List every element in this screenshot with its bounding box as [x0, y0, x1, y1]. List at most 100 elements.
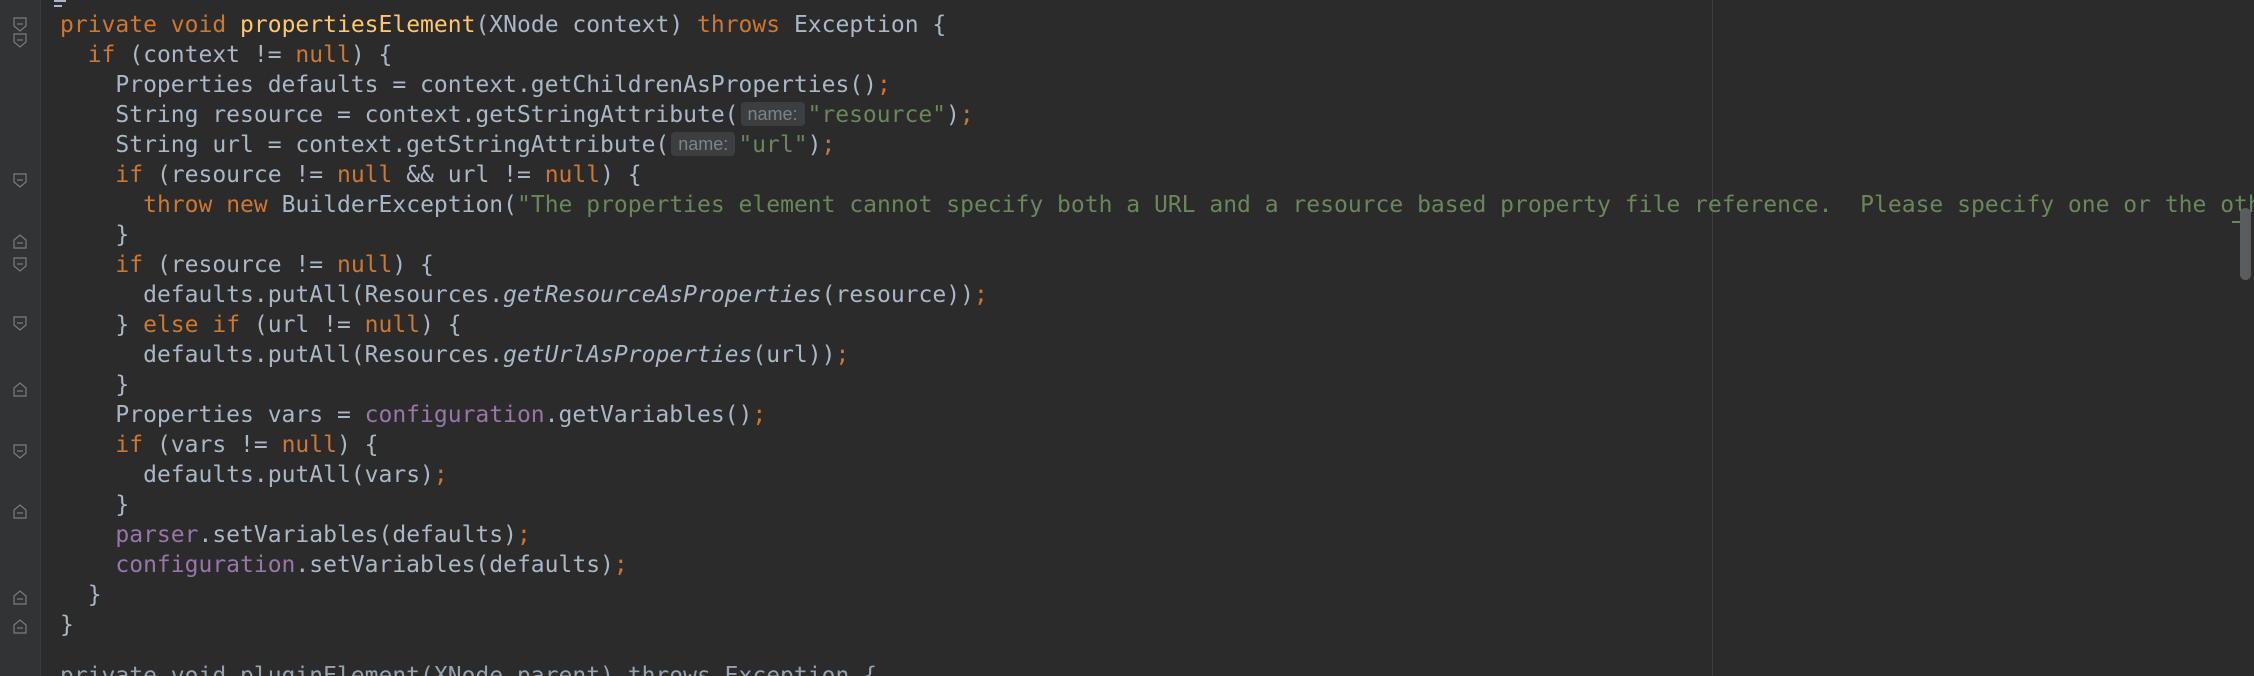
fold-close-icon[interactable]: [13, 381, 27, 397]
code-text: ) {: [392, 252, 434, 278]
code-line[interactable]: } else if (url != null) {: [60, 310, 2254, 340]
static-method: getResourceAsProperties: [503, 282, 822, 308]
code-text: (resource !=: [143, 252, 337, 278]
code-area[interactable]: private void propertiesElement(XNode con…: [60, 10, 2254, 640]
string-literal: "The properties element cannot specify b…: [517, 192, 2254, 218]
code-line[interactable]: Properties vars = configuration.getVaria…: [60, 400, 2254, 430]
code-text: BuilderException(: [267, 192, 517, 218]
keyword: if: [115, 252, 144, 278]
string-literal: "resource": [807, 102, 947, 128]
code-text: .setVariables(defaults): [295, 552, 614, 578]
code-text: }: [60, 612, 74, 638]
code-line[interactable]: }: [60, 220, 2254, 250]
parameter-hint: name:: [740, 102, 805, 126]
fold-close-icon[interactable]: [13, 589, 27, 605]
field-reference: parser: [115, 522, 199, 548]
editor-gutter: [0, 0, 40, 676]
code-line[interactable]: defaults.putAll(vars);: [60, 460, 2254, 490]
keyword: else: [143, 312, 199, 338]
code-text: ) {: [420, 312, 462, 338]
fold-open-icon[interactable]: [13, 33, 27, 49]
keyword: null: [336, 162, 393, 188]
code-text: ) {: [600, 162, 642, 188]
code-line[interactable]: if (resource != null) {: [60, 250, 2254, 280]
top-marker-2: [54, 5, 62, 7]
keyword: null: [544, 162, 601, 188]
semicolon: ;: [959, 102, 974, 128]
semicolon: ;: [433, 462, 448, 488]
vertical-scrollbar-thumb[interactable]: [2240, 208, 2251, 280]
keyword: null: [364, 312, 421, 338]
fold-open-icon[interactable]: [13, 444, 27, 460]
code-line[interactable]: if (context != null) {: [60, 40, 2254, 70]
method-name: propertiesElement: [240, 12, 476, 38]
code-line[interactable]: private void propertiesElement(XNode con…: [60, 10, 2254, 40]
code-text: ) {: [350, 42, 393, 68]
code-text: }: [115, 372, 130, 398]
code-text: String url = context.getStringAttribute(: [115, 132, 670, 158]
keyword: if: [212, 312, 241, 338]
code-text: defaults.putAll(Resources.: [143, 342, 504, 368]
fold-open-icon[interactable]: [13, 17, 27, 33]
code-line[interactable]: defaults.putAll(Resources.getUrlAsProper…: [60, 340, 2254, 370]
fold-open-icon[interactable]: [13, 173, 27, 189]
keyword: throws: [697, 12, 781, 38]
parameter-hint: name:: [671, 132, 736, 156]
code-text: && url !=: [392, 162, 545, 188]
top-marker: [54, 0, 66, 2]
fold-close-icon[interactable]: [13, 503, 27, 519]
fold-open-icon[interactable]: [13, 316, 27, 332]
code-text: }: [87, 582, 102, 608]
fold-close-icon[interactable]: [13, 233, 27, 249]
code-text: (url)): [752, 342, 836, 368]
code-text: defaults.putAll(vars): [143, 462, 434, 488]
code-text: .getVariables(): [544, 402, 753, 428]
code-text: ): [807, 132, 822, 158]
code-text: }: [115, 222, 130, 248]
code-text: (resource !=: [143, 162, 337, 188]
code-line[interactable]: if (vars != null) {: [60, 430, 2254, 460]
code-line[interactable]: }: [60, 370, 2254, 400]
code-text: (vars !=: [143, 432, 282, 458]
code-text: Properties vars =: [115, 402, 365, 428]
code-line[interactable]: String resource = context.getStringAttri…: [60, 100, 2254, 130]
keyword: new: [226, 192, 268, 218]
keyword: null: [336, 252, 393, 278]
code-text: (XNode context): [475, 12, 698, 38]
gutter-separator: [40, 0, 41, 676]
code-text: defaults.putAll(Resources.: [143, 282, 504, 308]
code-text: Exception {: [780, 12, 947, 38]
keyword: null: [281, 432, 337, 458]
semicolon: ;: [973, 282, 988, 308]
code-line[interactable]: }: [60, 490, 2254, 520]
string-literal: "url": [738, 132, 808, 158]
semicolon: ;: [613, 552, 628, 578]
keyword: private: [60, 12, 157, 38]
code-text: Properties defaults = context.getChildre…: [115, 72, 877, 98]
code-text: }: [115, 492, 130, 518]
code-line[interactable]: configuration.setVariables(defaults);: [60, 550, 2254, 580]
code-line[interactable]: Properties defaults = context.getChildre…: [60, 70, 2254, 100]
code-line[interactable]: throw new BuilderException("The properti…: [60, 190, 2254, 220]
keyword: void: [170, 12, 227, 38]
keyword: if: [115, 162, 144, 188]
code-text: (context !=: [115, 42, 296, 68]
partial-next-code-line[interactable]: private void pluginElement(XNode parent)…: [60, 663, 877, 676]
code-line[interactable]: String url = context.getStringAttribute(…: [60, 130, 2254, 160]
fold-open-icon[interactable]: [13, 257, 27, 273]
field-reference: configuration: [115, 552, 296, 578]
code-line[interactable]: }: [60, 610, 2254, 640]
code-text: (resource)): [821, 282, 974, 308]
semicolon: ;: [821, 132, 836, 158]
code-line[interactable]: if (resource != null && url != null) {: [60, 160, 2254, 190]
code-text: ): [946, 102, 960, 128]
keyword: if: [87, 42, 116, 68]
code-line[interactable]: defaults.putAll(Resources.getResourceAsP…: [60, 280, 2254, 310]
semicolon: ;: [877, 72, 891, 98]
fold-close-icon[interactable]: [13, 618, 27, 634]
code-text: }: [115, 312, 144, 338]
code-line[interactable]: parser.setVariables(defaults);: [60, 520, 2254, 550]
code-text: String resource = context.getStringAttri…: [115, 102, 739, 128]
code-editor[interactable]: private void propertiesElement(XNode con…: [0, 0, 2254, 676]
code-line[interactable]: }: [60, 580, 2254, 610]
